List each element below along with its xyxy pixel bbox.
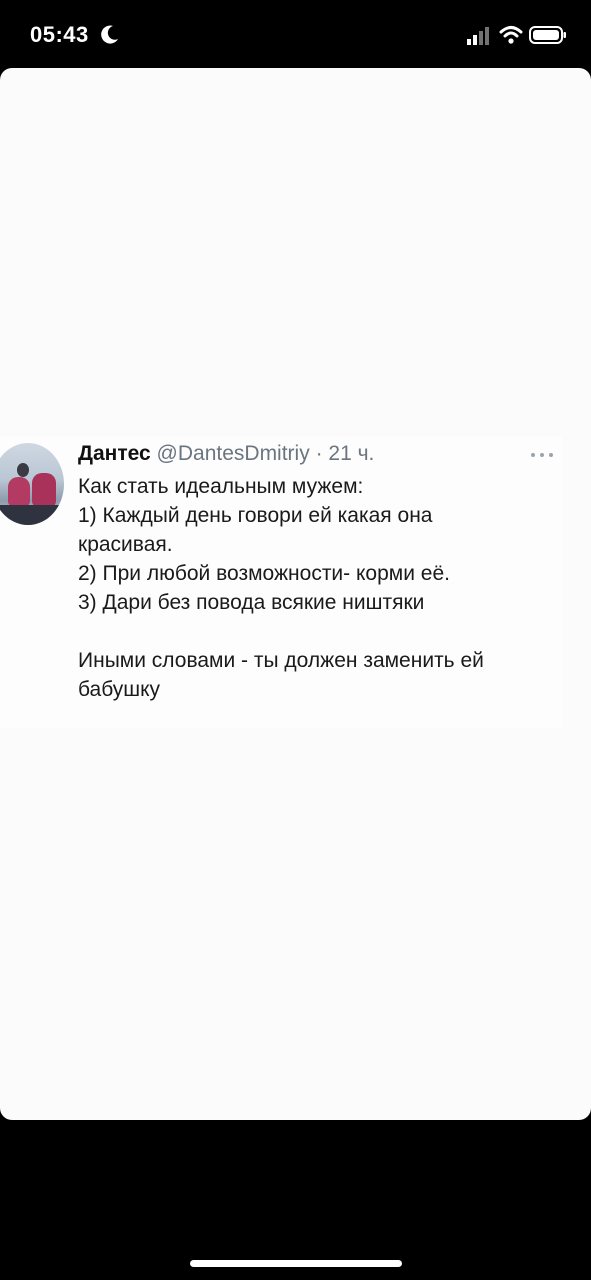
- home-indicator[interactable]: [190, 1260, 402, 1267]
- avatar-figure: [32, 473, 56, 507]
- tweet-text-line: бабушку: [78, 678, 161, 701]
- tweet-separator: ·: [315, 442, 323, 465]
- tweet-text-line: 2) При любой возможности- корми её.: [78, 562, 450, 585]
- status-time: 05:43: [30, 22, 89, 47]
- avatar-figure-head: [17, 463, 29, 477]
- tweet-header: Дантес @DantesDmitriy · 21 ч.: [78, 440, 374, 468]
- tweet-time[interactable]: 21 ч.: [328, 442, 374, 465]
- avatar-ground: [0, 505, 64, 525]
- tweet-text-line: 3) Дари без повода всякие ништяки: [78, 591, 425, 614]
- avatar-figure: [8, 477, 30, 507]
- tweet-text: Как стать идеальным мужем: 1) Каждый ден…: [78, 472, 558, 704]
- tweet-text-line: Иными словами - ты должен заменить ей: [78, 649, 484, 672]
- more-horizontal-icon[interactable]: [530, 452, 554, 458]
- wifi-icon: [499, 26, 523, 44]
- tweet-text-line: Как стать идеальным мужем:: [78, 475, 364, 498]
- moon-icon: [101, 25, 118, 44]
- avatar[interactable]: [0, 443, 64, 525]
- author-handle[interactable]: @DantesDmitriy: [157, 442, 310, 465]
- status-bar: 05:43: [0, 0, 591, 68]
- author-name[interactable]: Дантес: [78, 442, 151, 465]
- battery-icon: [529, 26, 566, 44]
- tweet-text-line: 1) Каждый день говори ей какая она: [78, 504, 433, 527]
- tweet-text-line: красивая.: [78, 533, 173, 556]
- signal-icon: [467, 27, 489, 45]
